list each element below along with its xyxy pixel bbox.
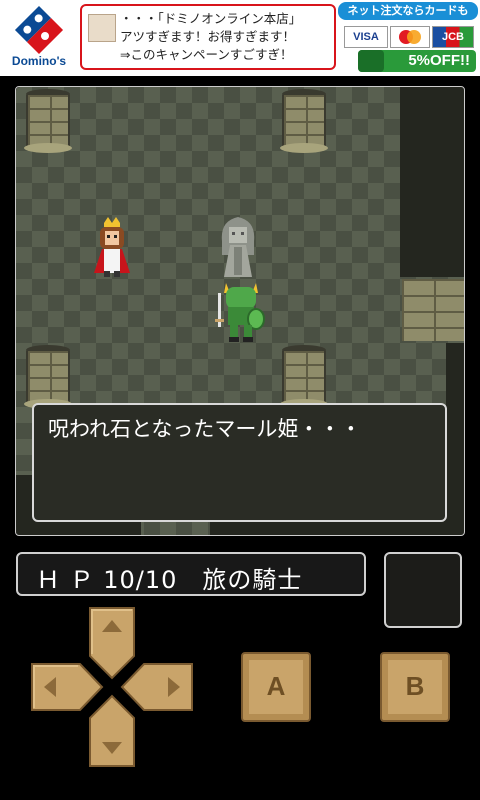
stone-pillar [280,89,328,153]
dpad [30,606,194,768]
knight-player-sprite[interactable] [214,279,268,345]
dpad-down-button[interactable] [89,694,135,767]
ad-person-avatar [88,14,116,42]
dpad-cross [31,607,193,767]
a-button[interactable]: A [241,652,311,722]
ad-line-1: ・・・「ドミノオンライン本店」 [120,11,302,26]
ad-card-ok-banner: ネット注文ならカードもOK! [338,2,478,35]
mastercard-logo [390,26,430,48]
ad-message-bubble: ・・・「ドミノオンライン本店」 アツすぎます！お得すぎます！ ⇒このキャンペーン… [80,4,336,70]
b-button-label: B [405,671,425,701]
b-button[interactable]: B [380,652,450,722]
visa-logo: VISA [344,26,388,48]
stone-pillar [24,89,72,153]
jcb-logo: JCB [432,26,474,48]
a-button-label: A [266,671,286,701]
ad-brand-text: Domino's [11,54,67,68]
ad-card-logos: VISA JCB [344,26,474,48]
stone-princess-statue[interactable] [212,211,264,281]
king-sprite[interactable] [90,215,134,279]
dpad-left-button[interactable] [31,663,104,711]
ad-offer-panel: ネット注文ならカードもOK! VISA JCB 5%OFF!! [338,2,478,74]
menu-button[interactable] [384,552,462,628]
ad-message-lines: ・・・「ドミノオンライン本店」 アツすぎます！お得すぎます！ ⇒このキャンペーン… [120,10,334,64]
ad-discount-tag [358,50,384,72]
ad-line-3: ⇒このキャンペーンすごすぎ！ [120,47,293,62]
message-dialog[interactable]: 呪われ石となったマール姫・・・ [32,403,447,522]
brick-wall-right [402,279,464,341]
dialog-text: 呪われ石となったマール姫・・・ [48,417,362,441]
ad-discount-text: 5%OFF!! [408,52,470,69]
ad-discount-badge: 5%OFF!! [358,50,476,72]
player-status-bar: Ｈ Ｐ 10/10 旅の騎士 [16,552,366,596]
dpad-up-button[interactable] [89,607,135,680]
mastercard-icon [399,30,421,44]
dark-wall-top-right [400,87,464,277]
dpad-right-button[interactable] [120,663,193,711]
stone-pillar [24,345,72,409]
stone-pillar [280,345,328,409]
hp-and-class-text: Ｈ Ｐ 10/10 旅の騎士 [36,566,303,594]
ad-banner[interactable]: Domino's ・・・「ドミノオンライン本店」 アツすぎます！お得すぎます！ … [0,0,480,76]
ad-line-2: アツすぎます！お得すぎます！ [120,29,296,44]
